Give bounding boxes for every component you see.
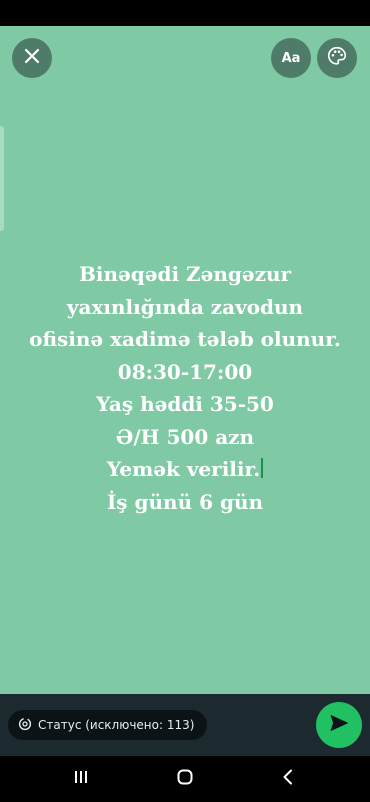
send-icon xyxy=(329,713,349,737)
palette-icon xyxy=(326,45,348,71)
send-button[interactable] xyxy=(316,702,362,748)
edge-panel-handle[interactable] xyxy=(0,126,4,231)
font-style-label: Aa xyxy=(281,50,301,66)
status-text-line: Yaş həddi 35-50 xyxy=(96,392,274,416)
status-audience-button[interactable]: Статус (исключено: 113) xyxy=(8,710,208,740)
status-audience-label: Статус (исключено: 113) xyxy=(38,718,195,732)
status-text-line: ofisinə xadimə tələb olunur. xyxy=(29,327,341,351)
back-icon xyxy=(280,768,296,790)
status-text-line: 08:30-17:00 xyxy=(117,359,253,384)
status-text[interactable]: Binəqədi Zəngəzur yaxınlığında zavodun o… xyxy=(20,258,350,518)
system-status-bar xyxy=(0,0,370,26)
back-button[interactable] xyxy=(273,766,303,792)
close-icon xyxy=(23,47,41,69)
status-text-line: İş günü 6 gün xyxy=(106,489,264,514)
system-navigation-bar xyxy=(0,756,370,802)
color-palette-button[interactable] xyxy=(317,38,357,78)
close-button[interactable] xyxy=(12,38,52,78)
status-text-line-with-cursor: Yemək verilir. xyxy=(20,453,350,486)
status-text-line: Binəqədi Zəngəzur xyxy=(78,262,292,286)
text-cursor xyxy=(261,458,264,478)
status-text-line: yaxınlığında zavodun xyxy=(66,294,304,319)
recents-button[interactable] xyxy=(66,766,96,792)
home-button[interactable] xyxy=(170,766,200,792)
composer-bar: Статус (исключено: 113) xyxy=(0,694,370,756)
recents-icon xyxy=(72,769,90,789)
status-text-line: Yemək verilir. xyxy=(106,457,261,481)
home-icon xyxy=(176,768,194,790)
status-text-line: Ə/H 500 azn xyxy=(115,424,255,449)
font-style-button[interactable]: Aa xyxy=(271,38,311,78)
privacy-icon xyxy=(18,717,32,734)
